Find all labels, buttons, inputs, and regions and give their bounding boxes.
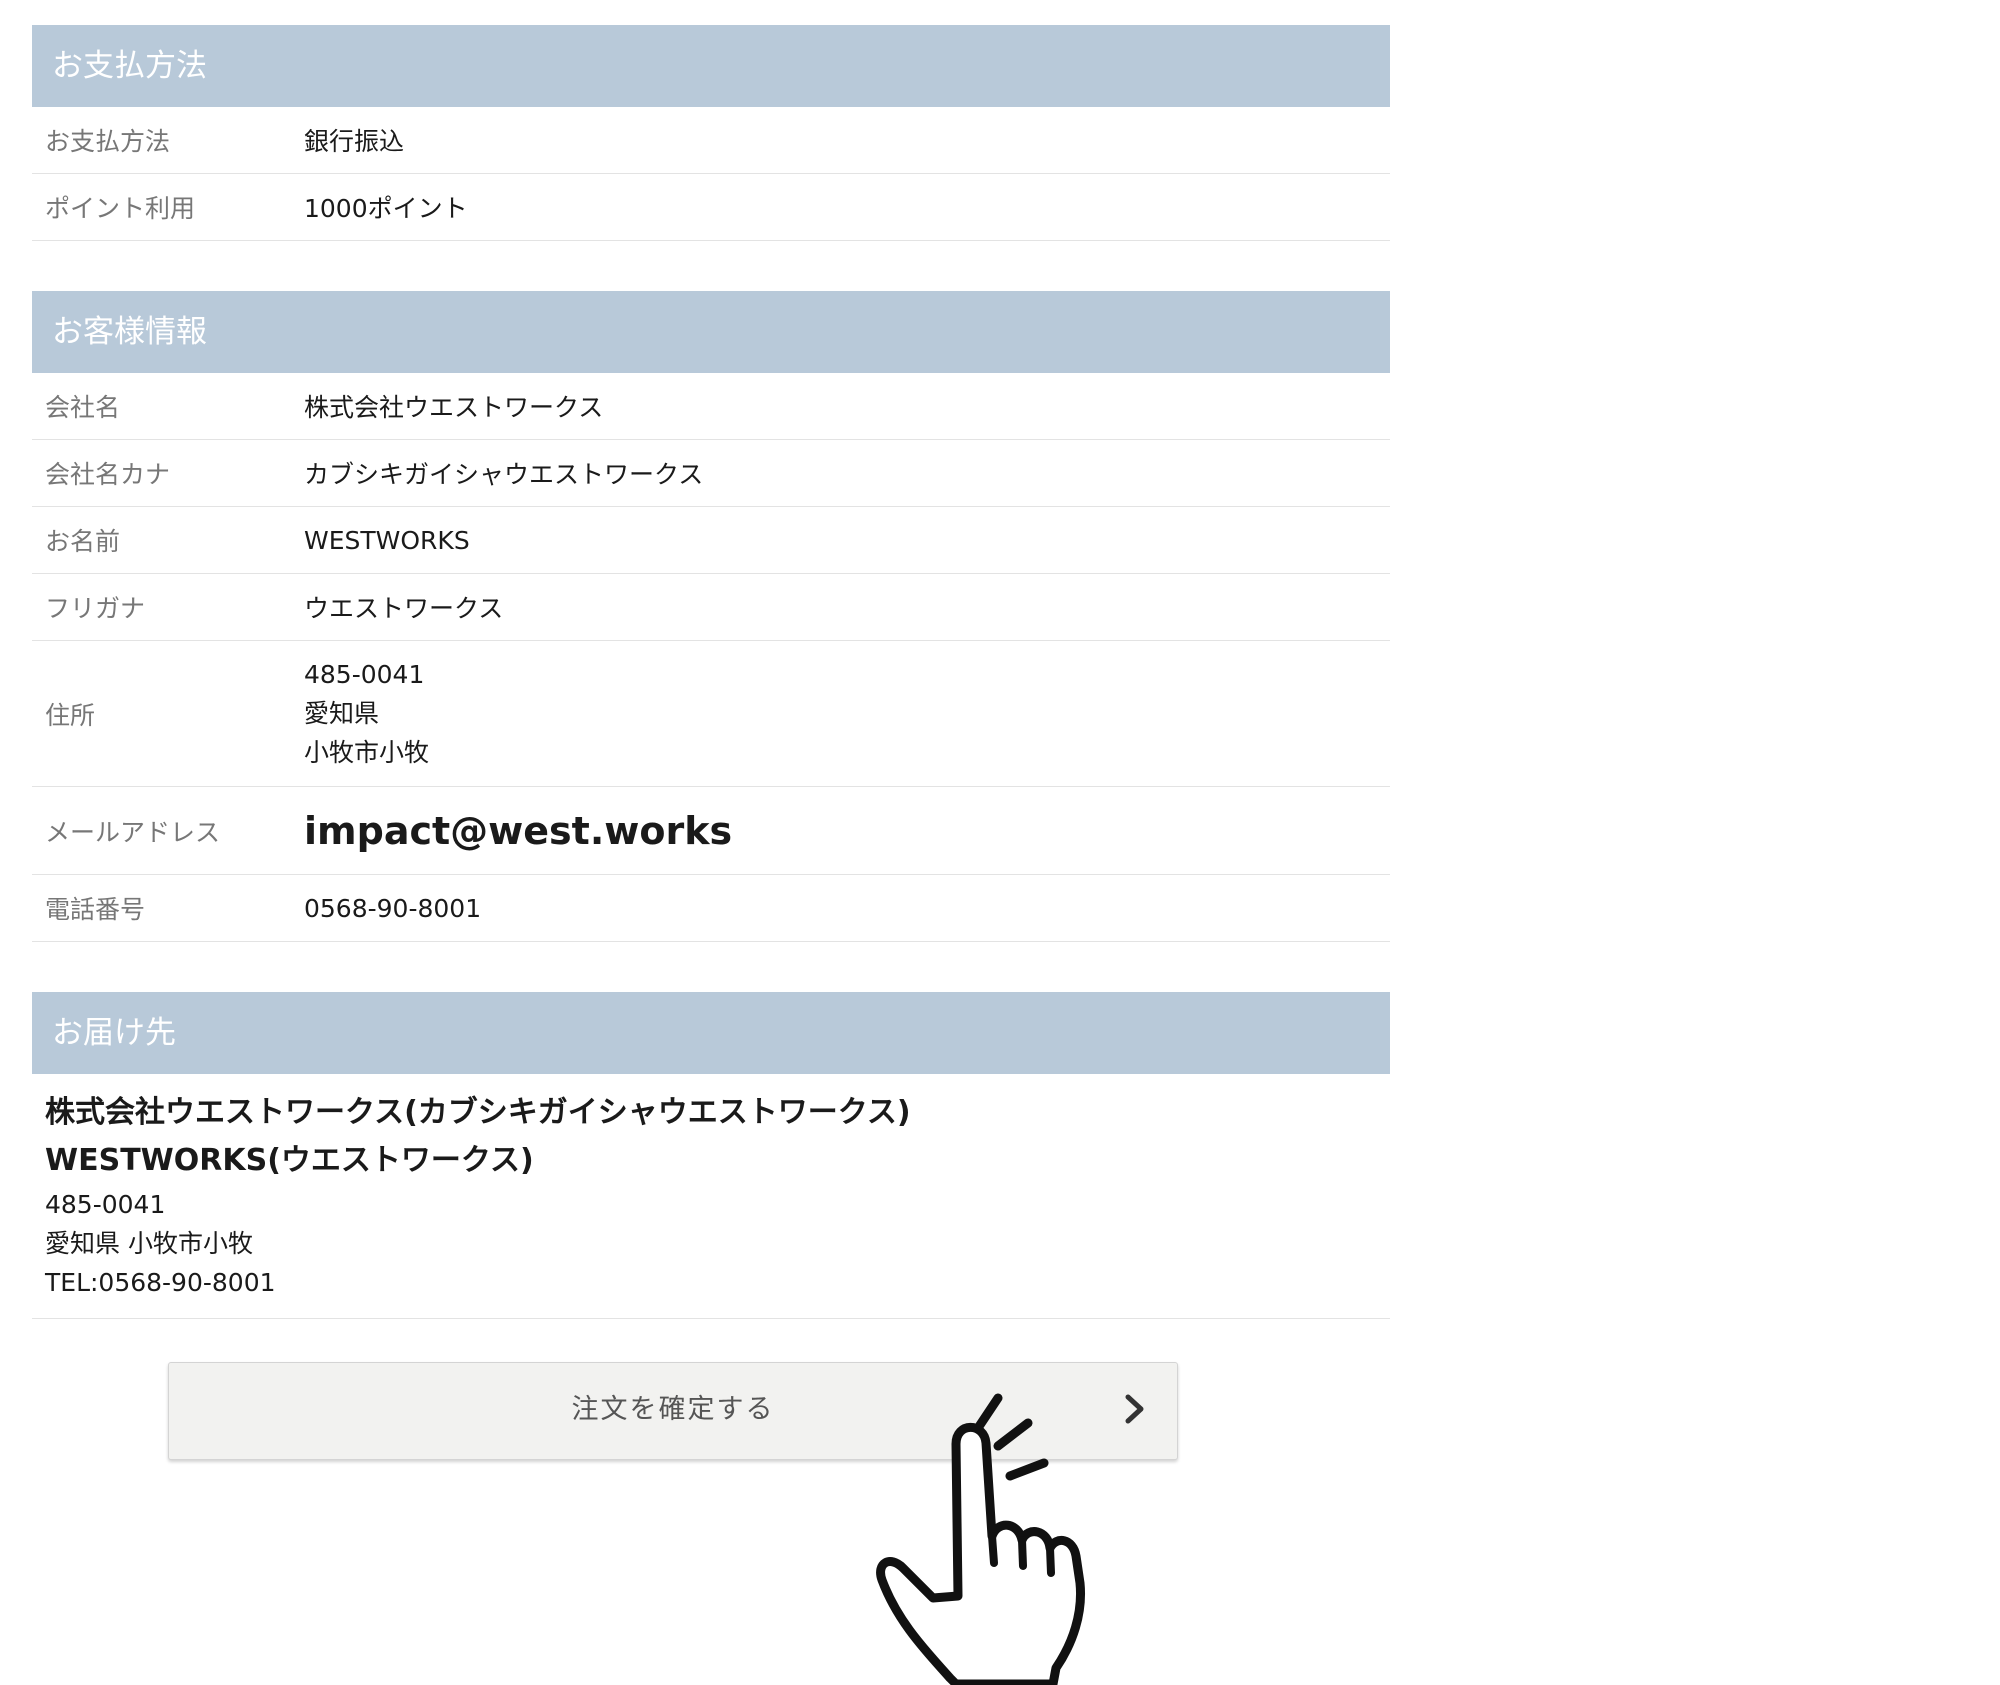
delivery-postal: 485-0041 [45, 1190, 166, 1219]
address-postal: 485-0041 [304, 660, 425, 689]
delivery-company: 株式会社ウエストワークス(カブシキガイシャウエストワークス) [45, 1095, 911, 1130]
furigana-row: フリガナ ウエストワークス [32, 574, 1390, 641]
email-row: メールアドレス impact@west.works [32, 787, 1390, 875]
payment-section-header: お支払方法 [32, 25, 1390, 107]
order-confirmation-page: お支払方法 お支払方法 銀行振込 ポイント利用 1000ポイント お客様情報 会… [0, 0, 2000, 1685]
name-value: WESTWORKS [304, 525, 470, 555]
chevron-right-icon [1125, 1394, 1144, 1424]
address-label: 住所 [45, 700, 96, 730]
company-value: 株式会社ウエストワークス [304, 393, 604, 422]
points-value: 1000ポイント [304, 194, 468, 223]
phone-label: 電話番号 [45, 895, 146, 924]
payment-method-label: お支払方法 [45, 127, 171, 156]
payment-method-value: 銀行振込 [304, 127, 405, 156]
payment-method-row: お支払方法 銀行振込 [32, 107, 1390, 174]
address-city: 小牧市小牧 [304, 738, 430, 767]
phone-value: 0568-90-8001 [304, 893, 482, 923]
delivery-name: WESTWORKS(ウエストワークス) [45, 1143, 534, 1178]
delivery-address: 愛知県 小牧市小牧 [45, 1229, 253, 1258]
delivery-tel: TEL:0568-90-8001 [45, 1268, 276, 1297]
delivery-section: お届け先 株式会社ウエストワークス(カブシキガイシャウエストワークス) WEST… [32, 992, 1390, 1319]
delivery-section-header: お届け先 [32, 992, 1390, 1074]
name-row: お名前 WESTWORKS [32, 507, 1390, 574]
payment-section: お支払方法 お支払方法 銀行振込 ポイント利用 1000ポイント [32, 25, 1390, 241]
address-value: 485-0041 愛知県 小牧市小牧 [304, 655, 1390, 772]
name-label: お名前 [45, 527, 121, 556]
email-label: メールアドレス [45, 817, 221, 847]
company-kana-row: 会社名カナ カブシキガイシャウエストワークス [32, 440, 1390, 507]
address-row: 住所 485-0041 愛知県 小牧市小牧 [32, 641, 1390, 787]
email-value: impact@west.works [304, 808, 733, 853]
points-label: ポイント利用 [45, 194, 196, 223]
company-row: 会社名 株式会社ウエストワークス [32, 373, 1390, 440]
order-summary: お支払方法 お支払方法 銀行振込 ポイント利用 1000ポイント お客様情報 会… [32, 25, 1390, 1319]
company-kana-label: 会社名カナ [45, 460, 171, 489]
furigana-label: フリガナ [45, 594, 146, 623]
points-row: ポイント利用 1000ポイント [32, 174, 1390, 241]
furigana-value: ウエストワークス [304, 594, 504, 623]
phone-row: 電話番号 0568-90-8001 [32, 875, 1390, 942]
customer-section: お客様情報 会社名 株式会社ウエストワークス 会社名カナ カブシキガイシャウエス… [32, 291, 1390, 942]
address-prefecture: 愛知県 [304, 699, 380, 728]
customer-section-header: お客様情報 [32, 291, 1390, 373]
company-kana-value: カブシキガイシャウエストワークス [304, 460, 704, 489]
delivery-details: 株式会社ウエストワークス(カブシキガイシャウエストワークス) WESTWORKS… [32, 1074, 1390, 1319]
pointing-hand-icon [876, 1393, 1086, 1685]
company-label: 会社名 [45, 393, 121, 422]
